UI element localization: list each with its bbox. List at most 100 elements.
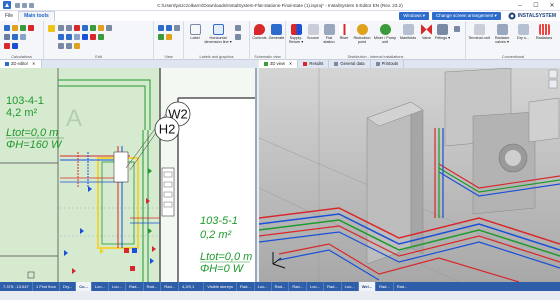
- zoom-out-icon[interactable]: [166, 25, 172, 31]
- redo-icon[interactable]: [29, 2, 34, 8]
- report-icon[interactable]: [20, 34, 26, 40]
- shape-icon[interactable]: [235, 34, 241, 40]
- status-tab-active[interactable]: Co...: [75, 282, 91, 291]
- editor-2d-canvas[interactable]: W2 H2 A 103-4-1 4,2 m² Ltot=0,0 m ΦH=160…: [0, 68, 257, 282]
- visible-storeys-tab[interactable]: Visible storeys: [203, 282, 236, 291]
- controls-button[interactable]: Controls: [251, 24, 268, 40]
- model-3d-render[interactable]: [259, 68, 560, 282]
- status-tab[interactable]: Rad...: [392, 282, 411, 291]
- radiators-button[interactable]: Radiators: [532, 24, 556, 40]
- warning-icon[interactable]: [12, 25, 18, 31]
- valve-button[interactable]: Valve: [419, 24, 434, 40]
- tab-general-data[interactable]: General data: [329, 60, 371, 68]
- zoom-in-icon[interactable]: [158, 25, 164, 31]
- status-tab[interactable]: Rad...: [270, 282, 289, 291]
- room-number-left[interactable]: 103-4-1: [6, 95, 44, 107]
- fittings-button[interactable]: Fittings ▾: [434, 24, 451, 40]
- rotate-icon[interactable]: [98, 25, 104, 31]
- flat-station-button[interactable]: Flat station: [321, 24, 337, 45]
- more-icon[interactable]: [454, 26, 460, 32]
- status-tab[interactable]: Rad...: [288, 282, 306, 291]
- cut-icon[interactable]: [58, 25, 64, 31]
- lock-icon[interactable]: [74, 43, 80, 49]
- pipe-icon[interactable]: [82, 34, 88, 40]
- label-button[interactable]: Label: [186, 24, 204, 40]
- status-tab-active[interactable]: Wel...: [357, 282, 376, 291]
- status-tab[interactable]: Rad...: [160, 282, 178, 291]
- table-icon[interactable]: [12, 34, 18, 40]
- room-number-mid[interactable]: 103-5-1: [200, 215, 238, 227]
- source-button[interactable]: Source: [305, 24, 321, 40]
- tab-main-tools[interactable]: Main tools: [18, 11, 55, 21]
- delete-icon[interactable]: [74, 25, 80, 31]
- copy-icon[interactable]: [66, 25, 72, 31]
- view-3d-canvas[interactable]: [259, 68, 560, 282]
- paste-icon[interactable]: [48, 25, 55, 32]
- status-tab[interactable]: Loo...: [107, 282, 125, 291]
- properties-icon[interactable]: [74, 34, 80, 40]
- check-icon[interactable]: [20, 25, 26, 31]
- status-tab[interactable]: Loo...: [305, 282, 323, 291]
- reduction-point-button[interactable]: Reduction point: [351, 24, 373, 45]
- close-tab-icon[interactable]: ✕: [32, 60, 36, 68]
- manifolds-button[interactable]: Manifolds: [397, 24, 419, 40]
- view-tool-icon[interactable]: [548, 69, 558, 79]
- undo-ribbon-icon[interactable]: [58, 34, 64, 40]
- settings-icon[interactable]: [4, 34, 10, 40]
- status-tab[interactable]: 1 First floor: [32, 282, 59, 291]
- generate-button[interactable]: Generate: [268, 24, 285, 40]
- status-tab[interactable]: Loo...: [340, 282, 358, 291]
- pipe-green-icon[interactable]: [98, 34, 104, 40]
- layers-icon[interactable]: [158, 34, 164, 40]
- close-button[interactable]: ✕: [544, 0, 560, 11]
- tab-2d-editor[interactable]: 2D editor ✕: [0, 60, 42, 68]
- status-tab[interactable]: Rad...: [124, 282, 143, 291]
- radiator-valves-button[interactable]: Radiator valves ▾: [490, 24, 514, 45]
- status-tab[interactable]: Dry...: [59, 282, 75, 291]
- supply-return-button[interactable]: Supply-Return ▾: [287, 24, 305, 45]
- ribbon: Calculations Edit View Label Horizontal …: [0, 21, 560, 60]
- minimize-button[interactable]: –: [512, 0, 528, 11]
- maximize-button[interactable]: ☐: [528, 0, 544, 11]
- status-tab[interactable]: Rad...: [375, 282, 393, 291]
- close-tab-icon[interactable]: ✕: [289, 60, 293, 68]
- save-icon[interactable]: [15, 2, 20, 8]
- align-icon[interactable]: [58, 43, 64, 49]
- text-icon[interactable]: [235, 25, 241, 31]
- mirror-icon[interactable]: [106, 25, 112, 31]
- move-icon[interactable]: [90, 25, 96, 31]
- tab-3d-view[interactable]: 3D view ✕: [259, 60, 299, 68]
- heat-icon[interactable]: [4, 43, 10, 49]
- status-tab[interactable]: Loo...: [253, 282, 271, 291]
- undo-icon[interactable]: [22, 2, 27, 8]
- fit-icon[interactable]: [174, 25, 180, 31]
- grid-icon[interactable]: [166, 34, 172, 40]
- select-icon[interactable]: [82, 25, 88, 31]
- tab-printouts[interactable]: Printouts: [371, 60, 405, 68]
- radiator-valves-text: Radiator valves ▾: [494, 36, 510, 45]
- tab-file[interactable]: File: [0, 11, 18, 21]
- dry-sections-button[interactable]: Dry s...: [514, 24, 532, 40]
- screen-arrangement-dropdown[interactable]: Change screen arrangement ▾: [431, 12, 501, 20]
- status-tab[interactable]: Rad...: [235, 282, 254, 291]
- cold-icon[interactable]: [12, 43, 18, 49]
- horizontal-dimension-button[interactable]: Horizontal dimension line ▾: [204, 24, 232, 45]
- group-label-calculations: Calculations: [11, 55, 32, 59]
- view-tool-icon[interactable]: [548, 79, 558, 89]
- error-icon[interactable]: [28, 25, 34, 31]
- tab-results[interactable]: Results: [298, 60, 330, 68]
- calc-icon[interactable]: [4, 25, 10, 31]
- manifold-box[interactable]: [113, 151, 129, 183]
- redo-ribbon-icon[interactable]: [66, 34, 72, 40]
- terminal-unit-button[interactable]: Terminal unit: [468, 24, 490, 40]
- generate-text: Generate: [268, 36, 285, 40]
- floor-plan-drawing[interactable]: W2 H2 A 103-4-1 4,2 m² Ltot=0,0 m ΦH=160…: [0, 68, 257, 282]
- status-tab[interactable]: Rad...: [142, 282, 161, 291]
- windows-dropdown[interactable]: Windows ▾: [399, 12, 429, 20]
- status-tab[interactable]: Loo...: [90, 282, 108, 291]
- riser-button[interactable]: Riser: [337, 24, 351, 40]
- mixer-pump-button[interactable]: Mixer / Pump unit: [373, 24, 397, 45]
- pipe-red-icon[interactable]: [90, 34, 96, 40]
- status-tab[interactable]: Rad...: [323, 282, 341, 291]
- distribute-icon[interactable]: [66, 43, 72, 49]
